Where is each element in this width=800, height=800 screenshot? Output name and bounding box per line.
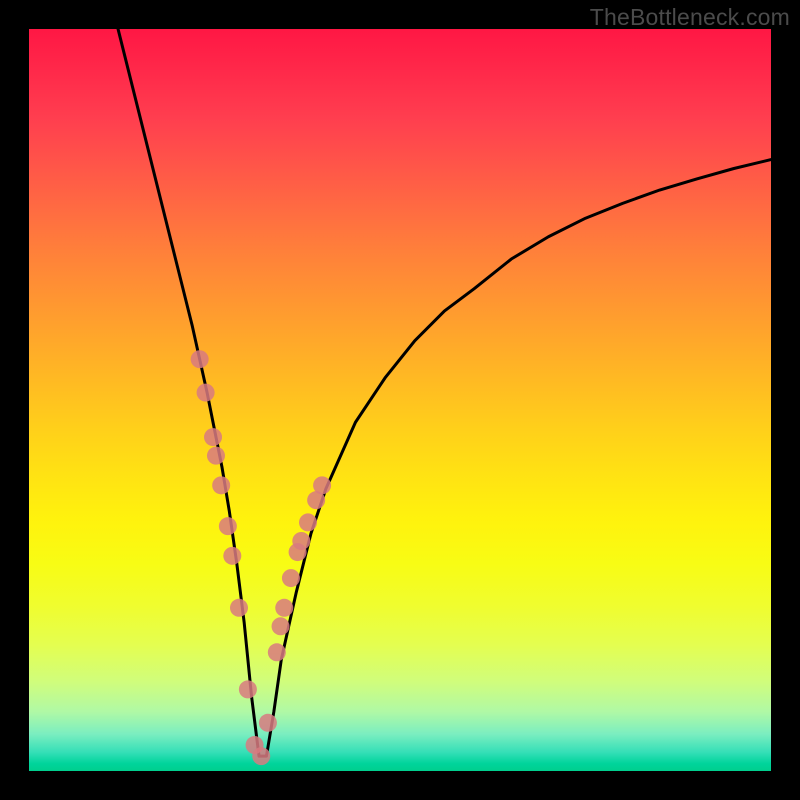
marker-dot <box>204 428 222 446</box>
marker-dot <box>207 447 225 465</box>
marker-dot <box>292 532 310 550</box>
marker-dot <box>282 569 300 587</box>
marker-dot <box>313 476 331 494</box>
marker-dot <box>239 680 257 698</box>
marker-dot <box>219 517 237 535</box>
marker-dot <box>272 617 290 635</box>
marker-dot <box>230 599 248 617</box>
marker-dot <box>223 547 241 565</box>
chart-frame: TheBottleneck.com <box>0 0 800 800</box>
chart-svg <box>29 29 771 771</box>
marker-dot <box>299 513 317 531</box>
marker-dot <box>252 747 270 765</box>
watermark-text: TheBottleneck.com <box>590 4 790 31</box>
marker-dot <box>212 476 230 494</box>
curve-group <box>118 29 771 756</box>
marker-dot <box>197 384 215 402</box>
marker-dot <box>259 714 277 732</box>
marker-dot <box>275 599 293 617</box>
bottleneck-curve <box>118 29 771 756</box>
plot-area <box>29 29 771 771</box>
marker-dot <box>191 350 209 368</box>
marker-dot <box>268 643 286 661</box>
